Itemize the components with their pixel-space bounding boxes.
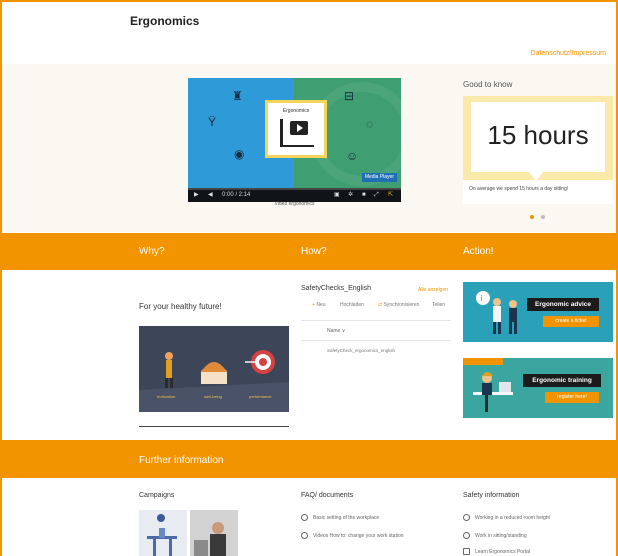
new-button-label: Neu (316, 302, 326, 308)
why-divider (139, 426, 289, 427)
video-card-title: Ergonomics (282, 108, 310, 114)
safety-item-1[interactable]: Working in a reduced room height (463, 514, 550, 521)
campaign-image-2[interactable] (190, 510, 238, 556)
section-band-further: Further information (2, 440, 616, 478)
faq-item-1-label: Basic setting of the workplace (313, 514, 380, 521)
sync-button[interactable]: ⇄ Synchronisieren (378, 302, 419, 308)
show-all-link[interactable]: Alle anzeigen (418, 287, 448, 293)
why-heading: Why? (139, 246, 165, 257)
media-brand-badge: Media Player (361, 173, 397, 182)
campaign-image-1[interactable] (139, 510, 187, 556)
info-circle-icon (463, 532, 470, 539)
name-column-header[interactable]: Name ∨ (327, 328, 345, 334)
video-caption: Video ergonomics (274, 201, 315, 207)
why-img-label-1: motivation (157, 394, 176, 399)
campaign-art-1 (147, 514, 177, 556)
further-heading: Further information (139, 455, 224, 466)
sort-icon: ∨ (341, 328, 346, 334)
ergonomic-training-tile[interactable]: Ergonomic training register here! (463, 358, 613, 418)
why-illustration[interactable]: motivation well-being performance (139, 326, 289, 412)
theater-icon[interactable]: ■ (362, 192, 366, 198)
campaign-art-2 (190, 510, 238, 556)
create-ticket-button[interactable]: create a ticket (543, 316, 599, 327)
campaigns-title: Campaigns (139, 492, 175, 499)
info-circle-icon (301, 532, 308, 539)
fullscreen-icon[interactable]: ⤢ (374, 192, 379, 198)
section-band-why-how-action: Why? How? Action! (2, 233, 616, 270)
page-title: Ergonomics (130, 14, 200, 28)
page-frame: Ergonomics Datenschutz/Impressum ♜ Ÿ ◉ ⊟… (0, 0, 618, 556)
video-progress-track[interactable] (188, 188, 401, 190)
how-heading: How? (301, 246, 327, 257)
safety-item-2-label: Work in sitting/standing (475, 532, 527, 539)
safety-item-1-label: Working in a reduced room height (475, 514, 550, 521)
speech-bubble: 15 hours (471, 102, 605, 181)
faq-item-2[interactable]: Videos How to: change your work station (301, 532, 404, 539)
sync-button-label: Synchronisieren (383, 302, 420, 308)
faq-item-1[interactable]: Basic setting of the workplace (301, 514, 379, 521)
eye-icon: ◉ (234, 147, 245, 161)
why-illustration-art (139, 350, 289, 412)
why-img-label-2: well-being (204, 394, 223, 399)
clock-icon: ◌ (366, 117, 374, 131)
desk-icon: ⊟ (344, 89, 355, 103)
faq-title: FAQ/ documents (301, 492, 354, 499)
safety-item-2[interactable]: Work in sitting/standing (463, 532, 527, 539)
training-illustration (473, 372, 513, 412)
faq-item-2-label: Videos How to: change your work station (313, 532, 404, 539)
carousel-dot-active[interactable] (530, 215, 534, 219)
good-to-know-title: Good to know (463, 80, 513, 89)
info-circle-icon (301, 514, 308, 521)
ergonomic-advice-tile[interactable]: i Ergonomic advice create a ticket (463, 282, 613, 342)
new-button[interactable]: + Neu (312, 302, 326, 308)
good-to-know-value: 15 hours (487, 120, 589, 150)
action-heading: Action! (463, 246, 494, 257)
good-to-know-text: On average we spend 15 hours a day sitti… (469, 186, 569, 192)
share-icon[interactable]: ⇱ (388, 192, 393, 198)
safety-title: Safety information (463, 492, 520, 499)
name-column-label: Name (327, 328, 341, 334)
carousel-dot[interactable] (541, 215, 545, 219)
good-to-know-card: 15 hours On average we spend 15 hours a … (463, 96, 613, 204)
ergonomic-advice-label: Ergonomic advice (527, 298, 599, 311)
video-player[interactable]: ♜ Ÿ ◉ ⊟ ◌ ☺ Ergonomics Media Player ▶ ◀ … (188, 78, 401, 202)
svg-text:i: i (481, 294, 483, 303)
why-title: For your healthy future! (139, 302, 222, 311)
header-divider (301, 340, 451, 341)
document-icon (463, 548, 470, 555)
settings-icon[interactable]: ✲ (348, 192, 353, 198)
smile-icon: ☺ (346, 149, 359, 163)
register-button[interactable]: register here! (545, 392, 599, 403)
safety-item-3-label: Learn Ergonomics Portal (475, 548, 531, 555)
video-time: 0:00 / 2:14 (222, 192, 251, 198)
volume-icon[interactable]: ◀ (208, 192, 213, 198)
info-circle-icon (463, 514, 470, 521)
file-row[interactable]: SafetyCheck_ergonomics_english (327, 348, 395, 353)
upload-button[interactable]: Hochladen (340, 302, 364, 308)
good-to-know-banner: 15 hours (463, 96, 613, 181)
video-control-bar: ▶ ◀ 0:00 / 2:14 ▣ ✲ ■ ⤢ ⇱ (188, 188, 401, 202)
safety-item-3[interactable]: Learn Ergonomics Portal (463, 548, 530, 555)
advice-illustration: i (476, 291, 517, 334)
ergonomic-training-label: Ergonomic training (523, 374, 601, 387)
play-button[interactable] (290, 121, 308, 135)
play-control-icon[interactable]: ▶ (194, 192, 199, 198)
document-library-title[interactable]: SafetyChecks_English (301, 285, 371, 292)
captions-icon[interactable]: ▣ (334, 192, 340, 198)
share-button[interactable]: Teilen (432, 302, 445, 308)
video-title-card: Ergonomics (265, 100, 327, 158)
why-img-label-3: performance (249, 394, 272, 399)
worker-icon: ♜ (232, 89, 243, 103)
edit-link[interactable]: Datenschutz/Impressum (531, 50, 606, 57)
glass-icon: Ÿ (208, 115, 217, 129)
toolbar-divider (301, 320, 451, 321)
